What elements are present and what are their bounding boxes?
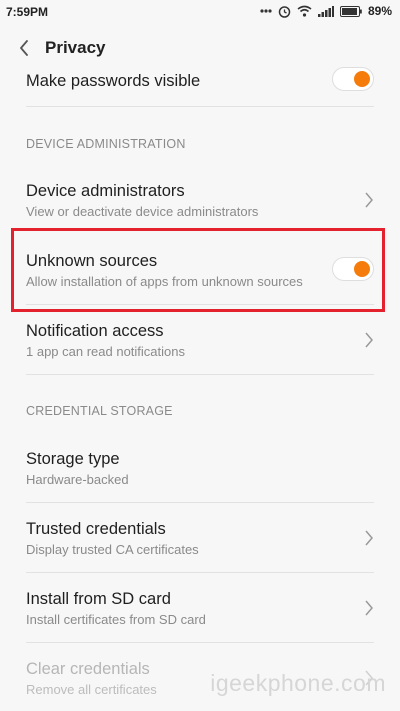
status-bar: 7:59PM 89% bbox=[0, 0, 400, 24]
battery-icon bbox=[339, 5, 362, 17]
row-title: Install from SD card bbox=[26, 590, 171, 608]
status-icons: 89% bbox=[260, 4, 392, 18]
toggle-knob bbox=[354, 71, 370, 87]
notification-access-row[interactable]: Notification access 1 app can read notif… bbox=[26, 304, 374, 375]
unknown-sources-toggle[interactable] bbox=[332, 257, 374, 281]
toggle-knob bbox=[354, 261, 370, 277]
section-header-device-administration: DEVICE ADMINISTRATION bbox=[26, 137, 186, 151]
battery-percent: 89% bbox=[367, 4, 392, 18]
chevron-right-icon bbox=[364, 600, 374, 616]
row-subtitle: Remove all certificates bbox=[26, 682, 157, 697]
chevron-left-icon bbox=[20, 40, 28, 56]
status-time: 7:59PM bbox=[6, 5, 49, 19]
unknown-sources-row[interactable]: Unknown sources Allow installation of ap… bbox=[26, 234, 374, 305]
row-subtitle: Install certificates from SD card bbox=[26, 612, 206, 627]
row-subtitle: Allow installation of apps from unknown … bbox=[26, 274, 303, 289]
back-button[interactable] bbox=[12, 34, 36, 62]
alarm-icon bbox=[278, 5, 291, 18]
signal-icon bbox=[317, 5, 334, 17]
trusted-credentials-row[interactable]: Trusted credentials Display trusted CA c… bbox=[26, 502, 374, 573]
app-bar: Privacy bbox=[0, 24, 400, 72]
row-title: Make passwords visible bbox=[26, 72, 201, 90]
row-title: Unknown sources bbox=[26, 252, 158, 270]
row-title: Clear credentials bbox=[26, 660, 150, 678]
row-subtitle: View or deactivate device administrators bbox=[26, 204, 259, 219]
section-header-credential-storage: CREDENTIAL STORAGE bbox=[26, 404, 173, 418]
row-title: Storage type bbox=[26, 450, 120, 468]
watermark: igeekphone.com bbox=[210, 670, 386, 696]
row-title: Trusted credentials bbox=[26, 520, 166, 538]
chevron-right-icon bbox=[364, 530, 374, 546]
row-subtitle: Display trusted CA certificates bbox=[26, 542, 199, 557]
dots-icon bbox=[260, 9, 272, 13]
row-title: Device administrators bbox=[26, 182, 185, 200]
row-title: Notification access bbox=[26, 322, 164, 340]
row-subtitle: Hardware-backed bbox=[26, 472, 129, 487]
chevron-right-icon bbox=[364, 192, 374, 208]
install-from-sd-card-row[interactable]: Install from SD card Install certificate… bbox=[26, 572, 374, 643]
storage-type-row: Storage type Hardware-backed bbox=[26, 432, 374, 503]
make-passwords-visible-toggle[interactable] bbox=[332, 67, 374, 91]
wifi-icon bbox=[297, 5, 312, 17]
chevron-right-icon bbox=[364, 332, 374, 348]
page-title: Privacy bbox=[45, 38, 106, 57]
make-passwords-visible-row[interactable]: Make passwords visible bbox=[26, 67, 374, 107]
device-administrators-row[interactable]: Device administrators View or deactivate… bbox=[26, 164, 374, 231]
row-subtitle: 1 app can read notifications bbox=[26, 344, 185, 359]
